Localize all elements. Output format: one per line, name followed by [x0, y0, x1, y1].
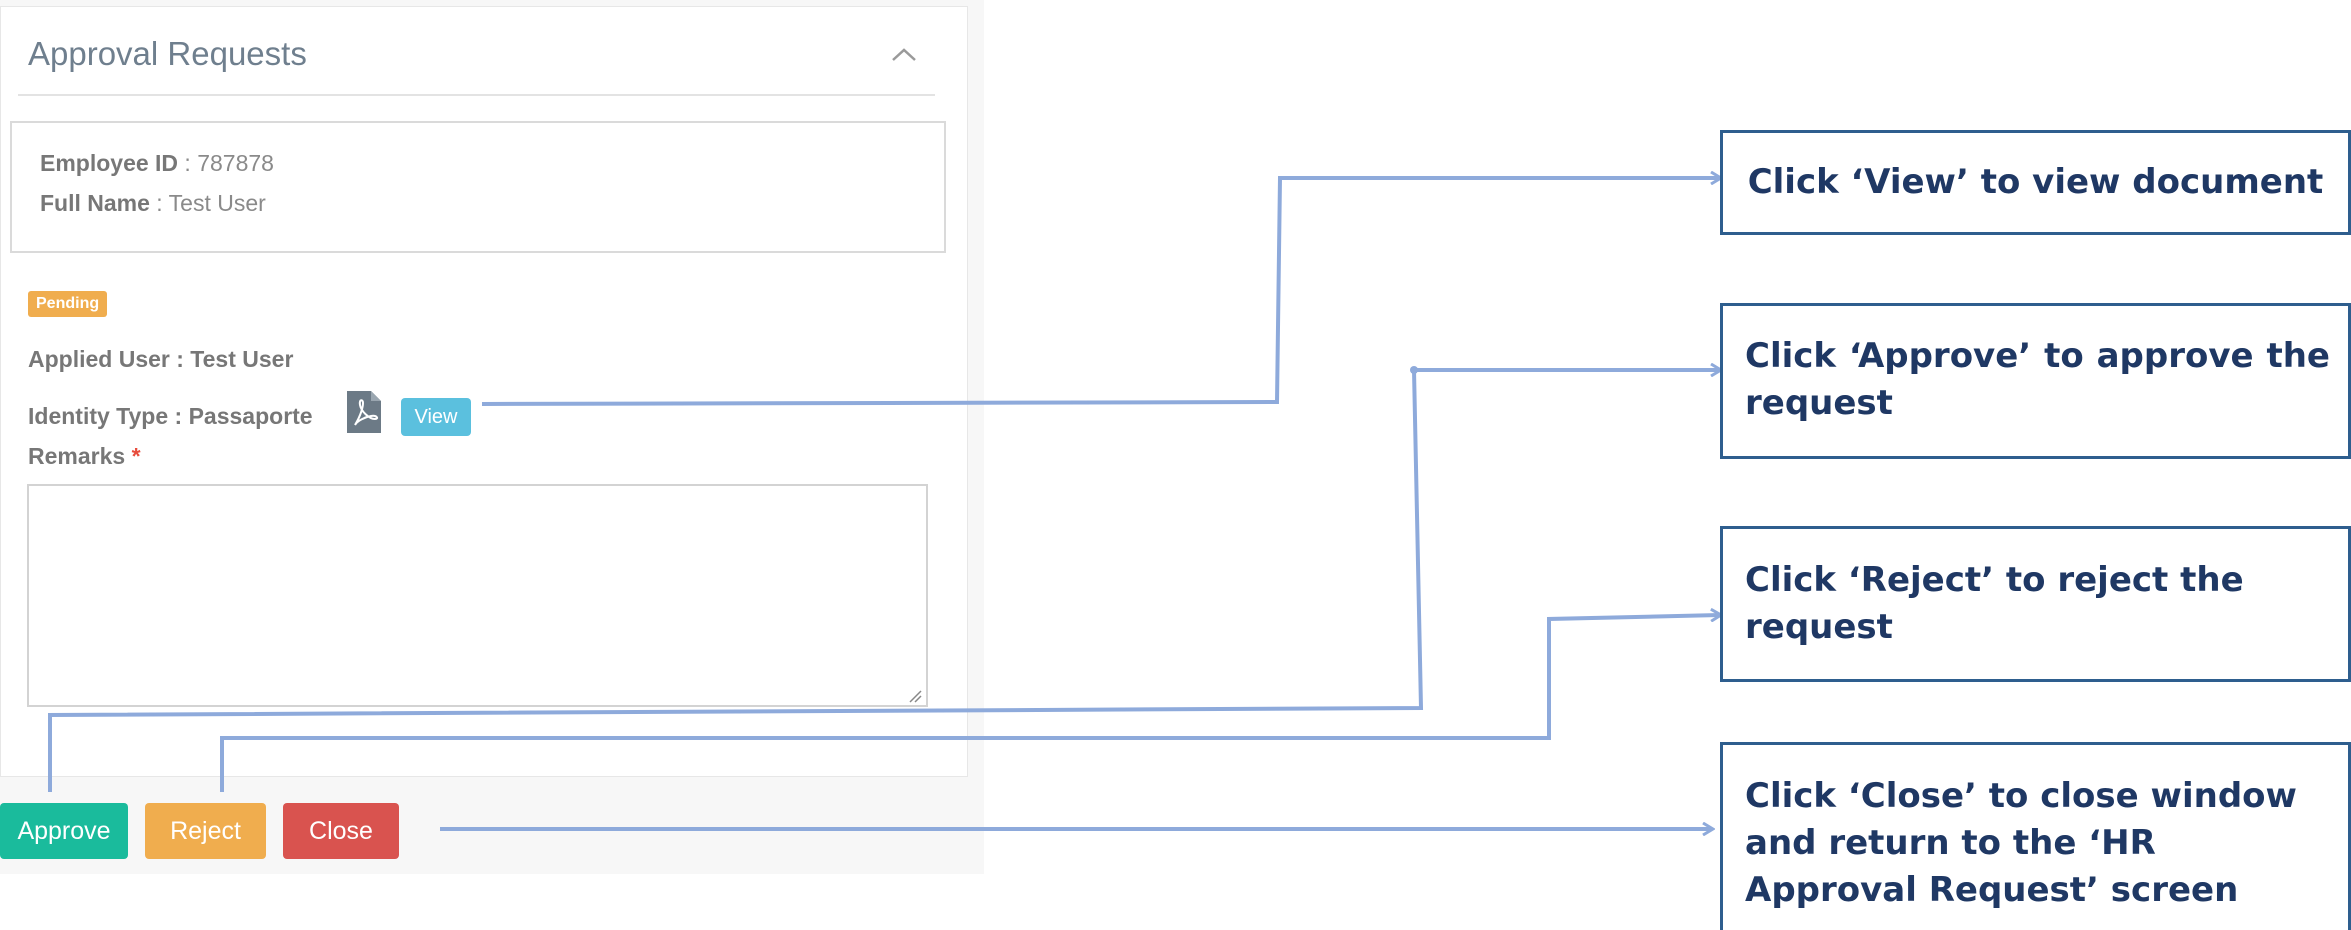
reject-callout: Click ‘Reject’ to reject the request	[1720, 526, 2351, 682]
approve-callout: Click ‘Approve’ to approve the request	[1720, 303, 2351, 459]
reject-connector	[220, 615, 1720, 792]
view-callout: Click ‘View’ to view document	[1720, 130, 2351, 235]
close-callout: Click ‘Close’ to close window and return…	[1720, 742, 2351, 930]
approve-connector	[48, 370, 1720, 792]
